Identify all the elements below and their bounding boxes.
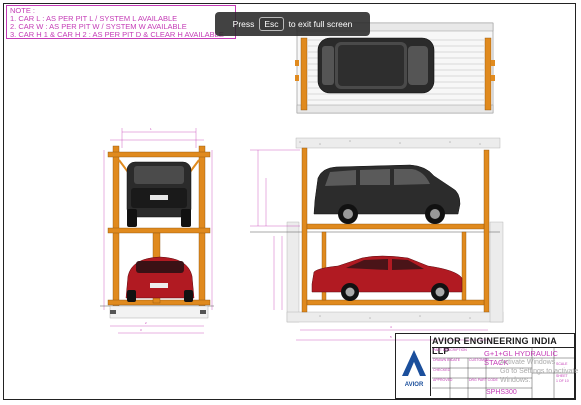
svg-text:5: 5 xyxy=(390,335,392,339)
drawing-sheet: NOTE : 1. CAR L : AS PER PIT L / SYSTEM … xyxy=(0,0,581,405)
drawing-number: SPHS300 xyxy=(486,389,517,396)
watermark-line-1: Activate Windows xyxy=(500,359,556,366)
svg-text:2: 2 xyxy=(145,321,147,325)
esc-key-badge[interactable]: Esc xyxy=(259,17,284,31)
svg-text:4: 4 xyxy=(390,325,392,329)
svg-text:AVIOR: AVIOR xyxy=(405,382,424,388)
side-elevation-view: 4 5 xyxy=(250,137,504,341)
customer-label: CUSTOMER xyxy=(469,358,489,362)
front-elevation-view: 1 2 3 xyxy=(100,127,214,334)
drawn-by-label: DRAWN BY xyxy=(433,358,452,362)
fullscreen-toast: Press Esc to exit full screen xyxy=(215,12,370,36)
top-plan-view xyxy=(295,22,495,114)
activate-windows-watermark: Activate Windows Go to Settings to activ… xyxy=(500,358,581,385)
watermark-line-2: Go to Settings to activate Windows. xyxy=(500,368,579,384)
checked-label: CHECKED xyxy=(433,368,451,372)
svg-text:3: 3 xyxy=(140,328,142,332)
dwg-part-label: DRG PART CODE xyxy=(469,378,498,382)
toast-press-text: Press xyxy=(232,19,255,29)
svg-text:1: 1 xyxy=(150,127,152,131)
company-logo-icon: AVIOR xyxy=(398,336,431,396)
date-label: DATE xyxy=(451,358,461,362)
approved-label: APPROVED xyxy=(433,378,453,382)
toast-action-text: to exit full screen xyxy=(288,19,353,29)
part-description-label: PART DESCRIPTION xyxy=(433,348,467,352)
